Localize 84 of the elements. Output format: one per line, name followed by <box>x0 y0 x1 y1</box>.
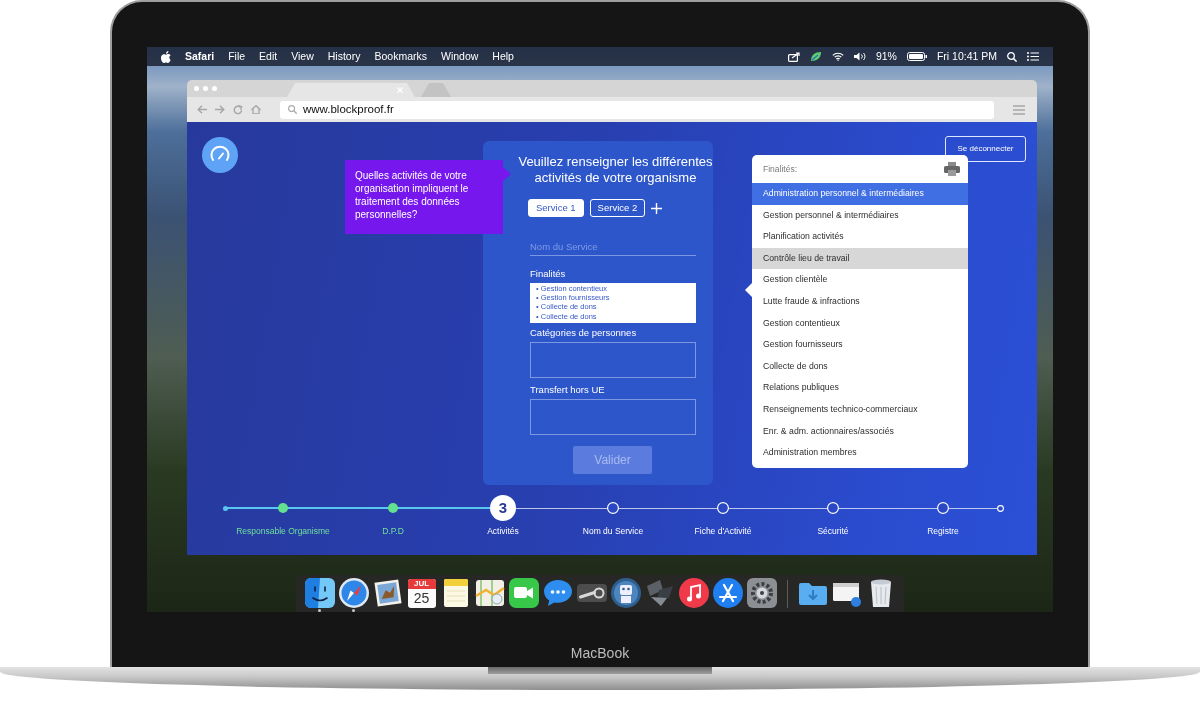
menu-item[interactable]: File <box>228 48 246 65</box>
chat-bubble-icon[interactable] <box>542 578 573 608</box>
step-label[interactable]: Nom du Service <box>582 526 644 536</box>
service-tab[interactable]: Service 1 <box>528 199 584 217</box>
battery-icon[interactable] <box>906 52 927 61</box>
address-field[interactable]: www.blockproof.fr <box>280 100 994 119</box>
purpose-option[interactable]: Gestion contentieux <box>752 312 968 335</box>
crossed-sticks-icon[interactable] <box>712 578 743 608</box>
step-label[interactable]: Registre <box>927 526 959 536</box>
question-tooltip: Quelles activités de votre organisation impliquent le traitement des données personnelles? <box>345 160 503 234</box>
purpose-option[interactable]: Renseignements technico-commerciaux <box>752 398 968 421</box>
purpose-option[interactable]: Contrôle lieu de travail <box>752 247 968 270</box>
smiling-face-icon[interactable] <box>304 578 335 608</box>
pending-step-icon[interactable] <box>717 502 729 514</box>
clock-text[interactable]: Fri 10:41 PM <box>936 48 997 65</box>
pending-step-icon[interactable] <box>827 502 839 514</box>
speedometer-icon[interactable] <box>202 137 238 173</box>
transfer-field[interactable] <box>530 399 696 435</box>
completed-step-icon[interactable] <box>278 503 288 513</box>
share-icon[interactable] <box>787 51 800 62</box>
purpose-option[interactable]: Gestion personnel & intermédiaires <box>752 204 968 227</box>
pending-step-icon[interactable] <box>607 502 619 514</box>
window-dot-icon[interactable] <box>194 86 199 91</box>
purpose-option[interactable]: Lutte fraude & infractions <box>752 290 968 313</box>
menu-item[interactable]: Edit <box>259 48 278 65</box>
apple-icon[interactable] <box>161 50 171 63</box>
list-icon[interactable] <box>1027 52 1039 61</box>
dropdown-header: Finalités: <box>763 162 797 176</box>
logout-button[interactable]: Se déconnecter <box>945 136 1026 162</box>
purpose-option[interactable]: Administration membres <box>752 442 968 464</box>
calendar-icon[interactable]: JUL 25 <box>407 579 436 608</box>
field-label: Finalités <box>530 268 567 279</box>
window-dot-icon[interactable] <box>212 86 217 91</box>
music-note-icon[interactable] <box>678 578 709 608</box>
window-dot-icon[interactable] <box>203 86 208 91</box>
form-title: Veuillez renseigner les différentes activités de votre organisme <box>517 154 714 186</box>
purpose-option[interactable]: Collecte de dons <box>752 355 968 378</box>
service-name-field[interactable]: Nom du Service <box>530 238 696 256</box>
battery-percentage: 91% <box>875 48 897 64</box>
step-label[interactable]: Responsable Organisme <box>236 526 330 536</box>
step-label[interactable]: Activités <box>487 526 519 536</box>
url-text: www.blockproof.fr <box>303 101 394 117</box>
calendar-month: JUL <box>407 579 436 589</box>
purpose-option[interactable]: Relations publiques <box>752 377 968 399</box>
search-icon[interactable] <box>1007 51 1017 62</box>
map-icon[interactable] <box>474 578 505 608</box>
purpose-option[interactable]: Enr. & adm. actionnaires/associés <box>752 420 968 443</box>
pending-step-icon[interactable] <box>937 502 949 514</box>
wifi-icon[interactable] <box>831 52 844 61</box>
robot-icon[interactable] <box>610 578 641 608</box>
completed-step-icon[interactable] <box>388 503 398 513</box>
step-label[interactable]: Fiche d'Activité <box>694 526 752 536</box>
photo-icon[interactable] <box>372 578 403 608</box>
menu-item[interactable]: Window <box>440 48 479 65</box>
purpose-option[interactable]: Gestion fournisseurs <box>752 334 968 356</box>
field-label: Transfert hors UE <box>530 384 606 395</box>
purpose-option[interactable]: Administration personnel & intermédiaires <box>752 183 968 205</box>
field-label: Catégories de personnes <box>530 327 638 338</box>
brand-label: MacBook <box>570 645 630 661</box>
progress-start-dot-icon <box>223 505 228 511</box>
volume-icon[interactable] <box>853 52 866 61</box>
search-icon <box>288 105 297 114</box>
purpose-option[interactable]: Gestion clientèle <box>752 269 968 291</box>
settings-icon[interactable] <box>746 578 777 608</box>
menu-item[interactable]: History <box>327 48 361 65</box>
menu-item[interactable]: Bookmarks <box>374 48 427 65</box>
menu-item[interactable]: View <box>291 48 314 65</box>
app-menu[interactable]: Safari <box>185 48 215 65</box>
step-label[interactable]: D.P.D <box>382 526 404 536</box>
compass-icon[interactable] <box>338 578 369 608</box>
step-label[interactable]: Sécurité <box>817 526 849 536</box>
leaf-icon[interactable] <box>809 51 822 62</box>
calendar-day: 25 <box>413 589 430 607</box>
printer-icon[interactable] <box>944 162 960 176</box>
add-icon[interactable] <box>651 202 663 214</box>
categories-field[interactable] <box>530 342 696 378</box>
current-step-marker[interactable]: 3 <box>490 495 516 521</box>
video-camera-icon[interactable] <box>508 578 539 608</box>
track-end-dot-icon <box>997 504 1004 512</box>
service-tab[interactable]: Service 2 <box>589 199 646 217</box>
tooltip-arrow-icon <box>503 167 511 181</box>
angular-shapes-icon[interactable] <box>644 578 675 608</box>
menu-item[interactable]: Help <box>492 48 514 65</box>
purpose-option[interactable]: Planification activités <box>752 226 968 248</box>
